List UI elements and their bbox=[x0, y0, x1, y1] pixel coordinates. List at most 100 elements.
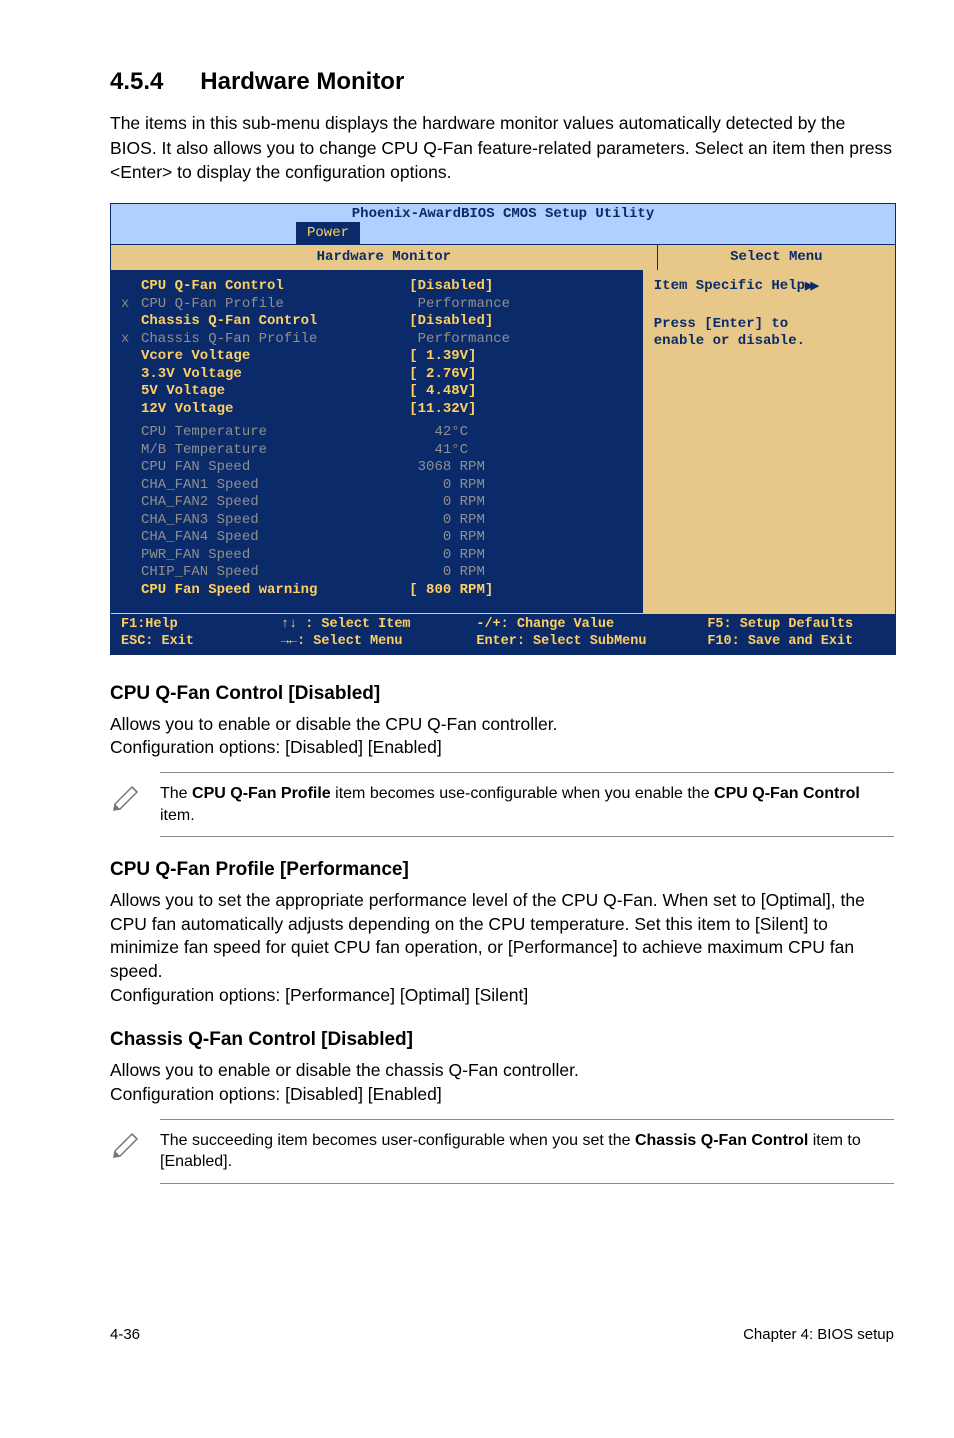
page-number: 4-36 bbox=[110, 1326, 140, 1343]
row-prefix bbox=[121, 547, 141, 565]
bios-column-headers: Hardware Monitor Select Menu bbox=[111, 245, 895, 271]
pencil-icon bbox=[110, 1119, 160, 1184]
row-value: [ 4.48V] bbox=[409, 383, 633, 401]
row-label: CPU Temperature bbox=[141, 424, 409, 442]
bios-setting-row: 3.3V Voltage[ 2.76V] bbox=[111, 366, 643, 384]
row-prefix bbox=[121, 366, 141, 384]
row-label: Chassis Q-Fan Control bbox=[141, 313, 409, 331]
row-label: CHA_FAN3 Speed bbox=[141, 512, 409, 530]
bios-right-header: Select Menu bbox=[658, 245, 895, 271]
footer-key: F10: Save and Exit bbox=[707, 634, 885, 651]
bios-setting-row: CHA_FAN4 Speed 0 RPM bbox=[111, 529, 643, 547]
help-arrows-icon: ▶▶ bbox=[805, 280, 816, 292]
bios-setting-row: CHIP_FAN Speed 0 RPM bbox=[111, 564, 643, 582]
bios-settings-pane: CPU Q-Fan Control[Disabled]xCPU Q-Fan Pr… bbox=[111, 270, 644, 613]
row-prefix bbox=[121, 424, 141, 442]
row-label: CHA_FAN2 Speed bbox=[141, 494, 409, 512]
row-prefix bbox=[121, 512, 141, 530]
row-value: 3068 RPM bbox=[409, 459, 633, 477]
note-box: The CPU Q-Fan Profile item becomes use-c… bbox=[110, 772, 894, 837]
body-text: Allows you to enable or disable the chas… bbox=[110, 1059, 894, 1083]
row-label: 12V Voltage bbox=[141, 401, 409, 419]
row-prefix: x bbox=[121, 331, 141, 349]
row-label: CPU Q-Fan Profile bbox=[141, 296, 409, 314]
bios-setting-row: Vcore Voltage[ 1.39V] bbox=[111, 348, 643, 366]
row-value: 0 RPM bbox=[409, 564, 633, 582]
row-label: CPU FAN Speed bbox=[141, 459, 409, 477]
bios-footer-keys: F1:Help ESC: Exit ↑↓ : Select Item →←: S… bbox=[111, 613, 895, 654]
section-title: Hardware Monitor bbox=[200, 68, 404, 95]
row-value: Performance bbox=[409, 331, 633, 349]
row-prefix bbox=[121, 278, 141, 296]
bios-setting-row: xCPU Q-Fan Profile Performance bbox=[111, 296, 643, 314]
bios-title-bar: Phoenix-AwardBIOS CMOS Setup Utility Pow… bbox=[111, 204, 895, 245]
row-prefix: x bbox=[121, 296, 141, 314]
row-prefix bbox=[121, 348, 141, 366]
footer-key: ESC: Exit bbox=[121, 634, 281, 651]
bios-help-title: Item Specific Help bbox=[654, 278, 805, 294]
body-text: Allows you to enable or disable the CPU … bbox=[110, 713, 894, 737]
row-value: 0 RPM bbox=[409, 477, 633, 495]
row-label: M/B Temperature bbox=[141, 442, 409, 460]
row-value: 0 RPM bbox=[409, 529, 633, 547]
body-text: Configuration options: [Disabled] [Enabl… bbox=[110, 1083, 894, 1107]
row-label: CPU Fan Speed warning bbox=[141, 582, 409, 600]
row-value: [Disabled] bbox=[409, 313, 633, 331]
row-label: CHA_FAN4 Speed bbox=[141, 529, 409, 547]
footer-key: Enter: Select SubMenu bbox=[476, 634, 707, 651]
body-text: Configuration options: [Disabled] [Enabl… bbox=[110, 736, 894, 760]
bios-setting-row: PWR_FAN Speed 0 RPM bbox=[111, 547, 643, 565]
bios-setting-row: CPU Temperature 42°C bbox=[111, 424, 643, 442]
row-label: PWR_FAN Speed bbox=[141, 547, 409, 565]
row-value: Performance bbox=[409, 296, 633, 314]
footer-key: ↑↓ : Select Item bbox=[281, 617, 476, 634]
row-label: 3.3V Voltage bbox=[141, 366, 409, 384]
row-prefix bbox=[121, 529, 141, 547]
bios-setting-row: xChassis Q-Fan Profile Performance bbox=[111, 331, 643, 349]
footer-key: -/+: Change Value bbox=[476, 617, 707, 634]
bios-setting-row: CHA_FAN2 Speed 0 RPM bbox=[111, 494, 643, 512]
row-prefix bbox=[121, 564, 141, 582]
row-label: Chassis Q-Fan Profile bbox=[141, 331, 409, 349]
bios-left-header: Hardware Monitor bbox=[111, 245, 658, 271]
bios-setting-row: M/B Temperature 41°C bbox=[111, 442, 643, 460]
row-prefix bbox=[121, 477, 141, 495]
row-value: [ 800 RPM] bbox=[409, 582, 633, 600]
intro-paragraph: The items in this sub-menu displays the … bbox=[110, 111, 894, 185]
row-prefix bbox=[121, 494, 141, 512]
bios-setting-row: CPU FAN Speed 3068 RPM bbox=[111, 459, 643, 477]
row-value: 0 RPM bbox=[409, 512, 633, 530]
row-prefix bbox=[121, 401, 141, 419]
bios-help-line2: enable or disable. bbox=[654, 333, 885, 351]
bios-screenshot: Phoenix-AwardBIOS CMOS Setup Utility Pow… bbox=[110, 203, 896, 655]
section-heading: 4.5.4 Hardware Monitor bbox=[110, 60, 894, 97]
row-label: Vcore Voltage bbox=[141, 348, 409, 366]
body-text: Allows you to set the appropriate perfor… bbox=[110, 889, 894, 984]
row-label: CPU Q-Fan Control bbox=[141, 278, 409, 296]
bios-title: Phoenix-AwardBIOS CMOS Setup Utility bbox=[352, 206, 654, 222]
note-box: The succeeding item becomes user-configu… bbox=[110, 1119, 894, 1184]
row-prefix bbox=[121, 313, 141, 331]
bios-setting-row: 12V Voltage[11.32V] bbox=[111, 401, 643, 419]
row-prefix bbox=[121, 442, 141, 460]
pencil-icon bbox=[110, 772, 160, 837]
row-label: CHA_FAN1 Speed bbox=[141, 477, 409, 495]
bios-setting-row: CPU Q-Fan Control[Disabled] bbox=[111, 278, 643, 296]
bios-help-line1: Press [Enter] to bbox=[654, 316, 885, 334]
subheading-cpu-qfan-profile: CPU Q-Fan Profile [Performance] bbox=[110, 859, 894, 881]
row-value: [11.32V] bbox=[409, 401, 633, 419]
page-footer: 4-36 Chapter 4: BIOS setup bbox=[0, 1326, 954, 1373]
note-text: The succeeding item becomes user-configu… bbox=[160, 1119, 894, 1184]
row-value: 41°C bbox=[409, 442, 633, 460]
subheading-chassis-qfan-control: Chassis Q-Fan Control [Disabled] bbox=[110, 1029, 894, 1051]
bios-setting-row: Chassis Q-Fan Control[Disabled] bbox=[111, 313, 643, 331]
footer-key: →←: Select Menu bbox=[281, 634, 476, 651]
chapter-label: Chapter 4: BIOS setup bbox=[743, 1326, 894, 1343]
footer-key: F5: Setup Defaults bbox=[707, 617, 885, 634]
row-value: 0 RPM bbox=[409, 547, 633, 565]
footer-key: F1:Help bbox=[121, 617, 281, 634]
section-number: 4.5.4 bbox=[110, 68, 163, 95]
body-text: Configuration options: [Performance] [Op… bbox=[110, 984, 894, 1008]
bios-setting-row: CHA_FAN3 Speed 0 RPM bbox=[111, 512, 643, 530]
row-value: [ 2.76V] bbox=[409, 366, 633, 384]
